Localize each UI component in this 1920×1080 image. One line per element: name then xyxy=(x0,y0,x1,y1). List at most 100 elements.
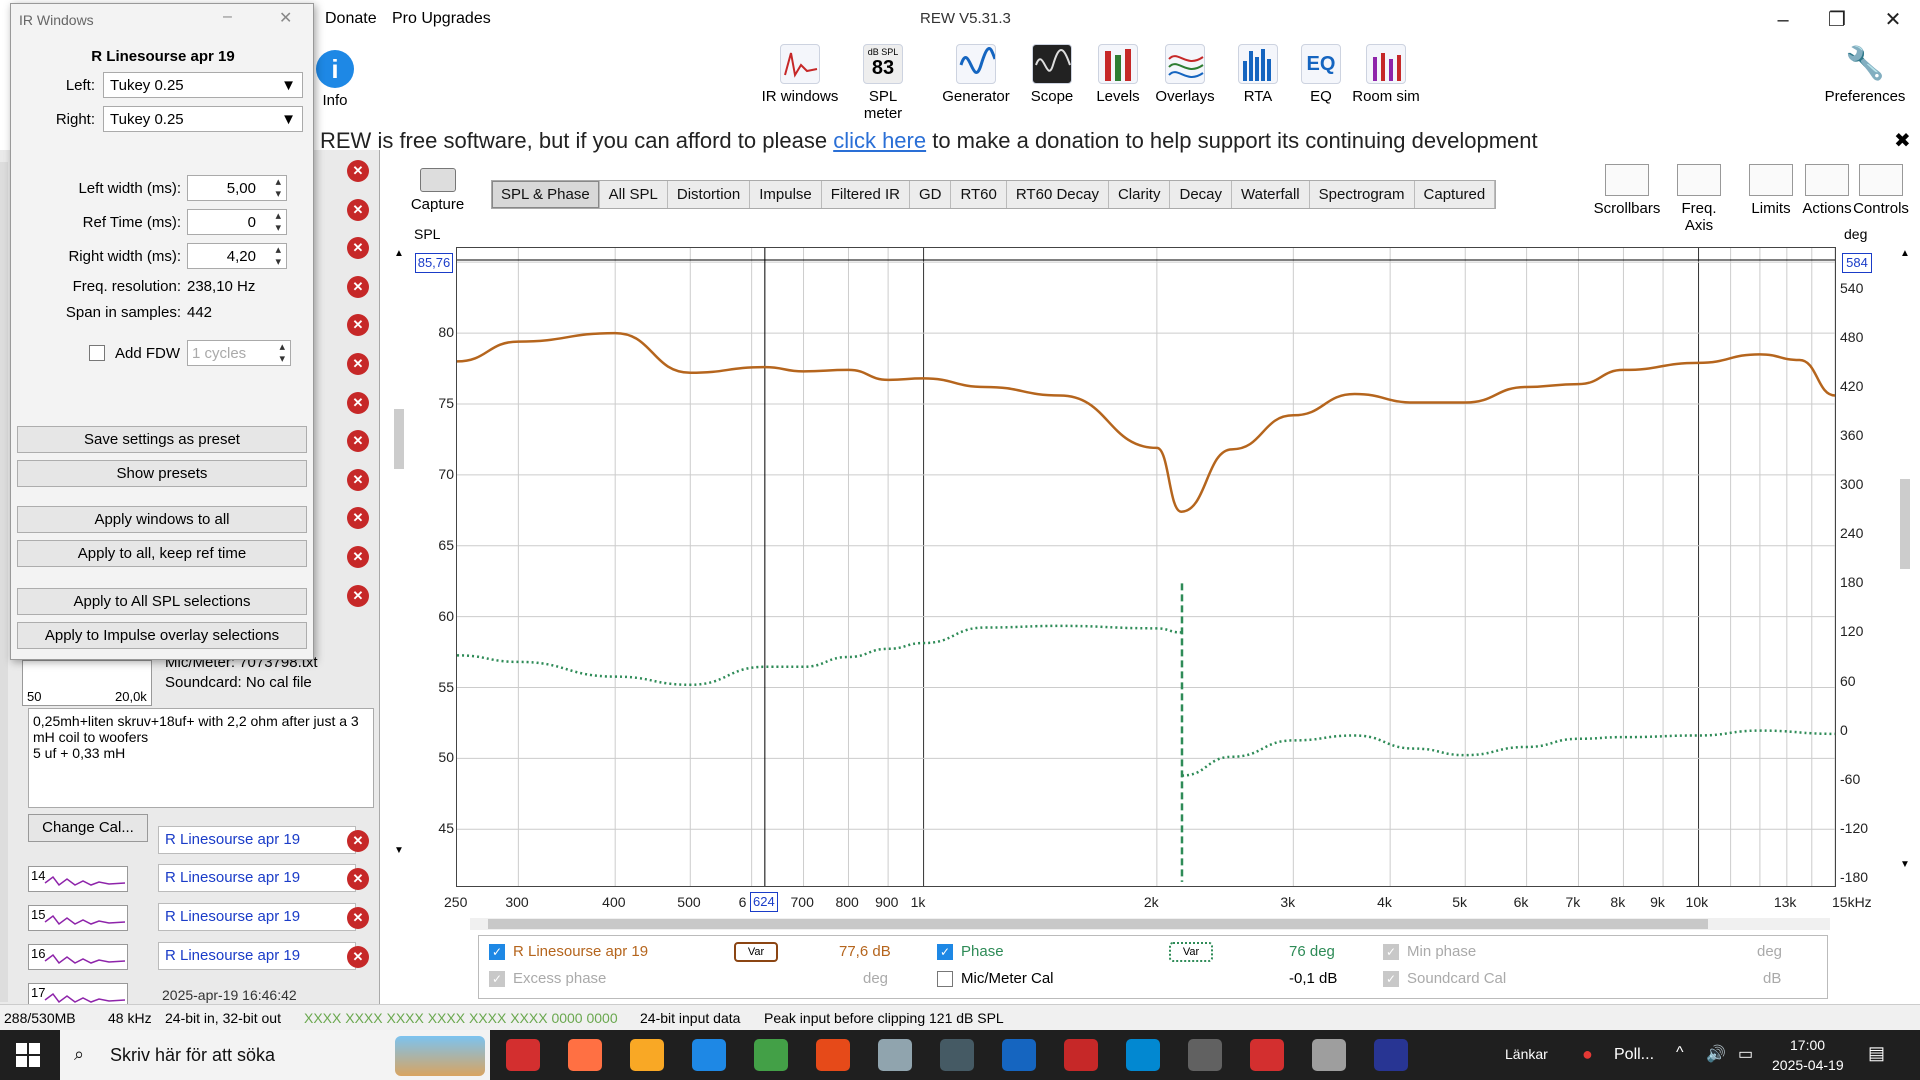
firefox-icon[interactable] xyxy=(568,1039,602,1071)
ir-button-apply-to-impulse-overlay-selections[interactable]: Apply to Impulse overlay selections xyxy=(17,622,307,649)
tab-spectrogram[interactable]: Spectrogram xyxy=(1309,181,1415,208)
tab-all-spl[interactable]: All SPL xyxy=(599,181,668,208)
left-width-spinner[interactable]: 5,00 xyxy=(187,175,287,201)
clock-date[interactable]: 2025-04-19 xyxy=(1772,1057,1844,1073)
close-icon[interactable]: ✕ xyxy=(279,8,292,28)
tab-filtered-ir[interactable]: Filtered IR xyxy=(821,181,910,208)
capture-button[interactable]: Capture xyxy=(410,168,465,213)
measurement-name-field[interactable]: R Linesourse apr 19 xyxy=(158,903,356,931)
delete-measurement-icon[interactable]: ✕ xyxy=(347,391,369,414)
tab-decay[interactable]: Decay xyxy=(1170,181,1233,208)
info-button[interactable]: i Info xyxy=(310,44,360,109)
windows-start-icon[interactable] xyxy=(16,1043,40,1067)
tab-captured[interactable]: Captured xyxy=(1414,181,1496,208)
controls-button[interactable]: Controls xyxy=(1850,164,1912,217)
spl-meter-button[interactable]: dB SPL 83 SPL meter xyxy=(848,44,918,122)
ir-button-apply-to-all-spl-selections[interactable]: Apply to All SPL selections xyxy=(17,588,307,615)
photos-icon[interactable] xyxy=(1126,1039,1160,1071)
phase-checkbox[interactable]: ✓ xyxy=(937,944,953,960)
rew-app-icon[interactable] xyxy=(1374,1039,1408,1071)
app-icon[interactable] xyxy=(1188,1039,1222,1071)
freq-axis-button[interactable]: Freq. Axis xyxy=(1668,164,1730,234)
levels-button[interactable]: Levels xyxy=(1088,44,1148,105)
notes-textarea[interactable]: 0,25mh+liten skruv+18uf+ with 2,2 ohm af… xyxy=(28,708,374,808)
measurement-name-field[interactable]: 2025-apr-19 16:46:42 xyxy=(162,987,297,1005)
minimize-icon[interactable]: – xyxy=(223,8,232,26)
clock-time[interactable]: 17:00 xyxy=(1790,1037,1825,1053)
opera-icon[interactable] xyxy=(506,1039,540,1071)
app-icon[interactable] xyxy=(1250,1039,1284,1071)
taskbar-search-box[interactable]: ⌕ Skriv här för att söka xyxy=(60,1030,490,1080)
volume-icon[interactable]: 🔊 xyxy=(1706,1044,1726,1064)
delete-measurement-icon[interactable]: ✕ xyxy=(347,353,369,375)
memory-status[interactable]: 288/530MB xyxy=(4,1010,76,1026)
scrollbars-button[interactable]: Scrollbars xyxy=(1592,164,1662,217)
tab-rt60[interactable]: RT60 xyxy=(951,181,1007,208)
right-window-select[interactable]: Tukey 0.25 ▼ xyxy=(103,106,303,132)
measurement-name-field[interactable]: R Linesourse apr 19 xyxy=(158,864,356,892)
horizontal-scrollbar[interactable] xyxy=(470,918,1830,930)
delete-measurement-icon[interactable]: ✕ xyxy=(347,160,369,182)
generator-button[interactable]: Generator xyxy=(936,44,1016,105)
list-item[interactable]: 16 R Linesourse apr 19 ✕ xyxy=(20,938,380,974)
menu-donate[interactable]: Donate xyxy=(325,10,377,28)
list-item[interactable]: 14 R Linesourse apr 19 ✕ xyxy=(20,860,380,896)
measurement-name-field[interactable]: R Linesourse apr 19 xyxy=(158,942,356,970)
room-sim-button[interactable]: Room sim xyxy=(1346,44,1426,105)
soundcard-cal-checkbox[interactable]: ✓ xyxy=(1383,971,1399,987)
minphase-checkbox[interactable]: ✓ xyxy=(1383,944,1399,960)
ir-button-apply-to-all-keep-ref-time[interactable]: Apply to all, keep ref time xyxy=(17,540,307,567)
minimize-icon[interactable]: – xyxy=(1760,5,1806,35)
battery-icon[interactable]: ▭ xyxy=(1738,1044,1753,1064)
tab-distortion[interactable]: Distortion xyxy=(667,181,751,208)
fdw-cycles-spinner[interactable]: 1 cycles xyxy=(187,340,291,366)
office-icon[interactable] xyxy=(816,1039,850,1071)
menu-pro-upgrades[interactable]: Pro Upgrades xyxy=(392,10,491,28)
tab-waterfall[interactable]: Waterfall xyxy=(1232,181,1310,208)
right-width-spinner[interactable]: 4,20 xyxy=(187,243,287,269)
meas-var-button[interactable]: Var xyxy=(734,942,778,962)
left-axis-scroll[interactable]: ▲ ▼ xyxy=(394,248,406,878)
taskbar-links[interactable]: Länkar xyxy=(1505,1046,1548,1062)
overlays-button[interactable]: Overlays xyxy=(1150,44,1220,105)
eq-button[interactable]: EQ EQ xyxy=(1296,44,1346,105)
fdw-checkbox[interactable] xyxy=(89,345,105,361)
list-item[interactable]: R Linesourse apr 19 ✕ xyxy=(20,822,380,858)
taskbar-poll[interactable]: Poll... xyxy=(1614,1046,1654,1064)
rta-button[interactable]: RTA xyxy=(1228,44,1288,105)
ir-windows-button[interactable]: IR windows xyxy=(760,44,840,105)
tab-clarity[interactable]: Clarity xyxy=(1108,181,1171,208)
excess-checkbox[interactable]: ✓ xyxy=(489,971,505,987)
tab-spl-phase[interactable]: SPL & Phase xyxy=(492,181,600,208)
tab-rt60-decay[interactable]: RT60 Decay xyxy=(1006,181,1109,208)
delete-measurement-icon[interactable]: ✕ xyxy=(347,198,369,221)
mail-icon[interactable] xyxy=(692,1039,726,1071)
word-icon[interactable] xyxy=(1002,1039,1036,1071)
ir-button-show-presets[interactable]: Show presets xyxy=(17,460,307,487)
ir-button-apply-windows-to-all[interactable]: Apply windows to all xyxy=(17,506,307,533)
calculator-icon[interactable] xyxy=(940,1039,974,1071)
preferences-button[interactable]: 🔧 Preferences xyxy=(1820,44,1910,105)
right-axis-scroll[interactable]: ▲ ▼ xyxy=(1900,248,1912,878)
delete-measurement-icon[interactable]: ✕ xyxy=(347,830,369,852)
mic-cal-checkbox[interactable] xyxy=(937,971,953,987)
donate-link[interactable]: click here xyxy=(833,128,926,153)
left-window-select[interactable]: Tukey 0.25 ▼ xyxy=(103,72,303,98)
limits-button[interactable]: Limits xyxy=(1740,164,1802,217)
panel-scrollbar[interactable] xyxy=(0,162,8,1002)
scope-button[interactable]: Scope xyxy=(1022,44,1082,105)
list-item[interactable]: 15 R Linesourse apr 19 ✕ xyxy=(20,899,380,935)
printer-icon[interactable] xyxy=(878,1039,912,1071)
app-icon[interactable] xyxy=(1312,1039,1346,1071)
delete-measurement-icon[interactable]: ✕ xyxy=(347,468,369,491)
delete-measurement-icon[interactable]: ✕ xyxy=(347,907,369,929)
delete-measurement-icon[interactable]: ✕ xyxy=(347,275,369,298)
meas-checkbox[interactable]: ✓ xyxy=(489,944,505,960)
tab-gd[interactable]: GD xyxy=(909,181,952,208)
chrome-icon[interactable] xyxy=(754,1039,788,1071)
delete-measurement-icon[interactable]: ✕ xyxy=(347,546,369,568)
actions-button[interactable]: Actions xyxy=(1796,164,1858,217)
maximize-icon[interactable]: ❐ xyxy=(1814,5,1860,35)
close-banner-icon[interactable]: ✖ xyxy=(1894,128,1911,153)
delete-measurement-icon[interactable]: ✕ xyxy=(347,946,369,968)
